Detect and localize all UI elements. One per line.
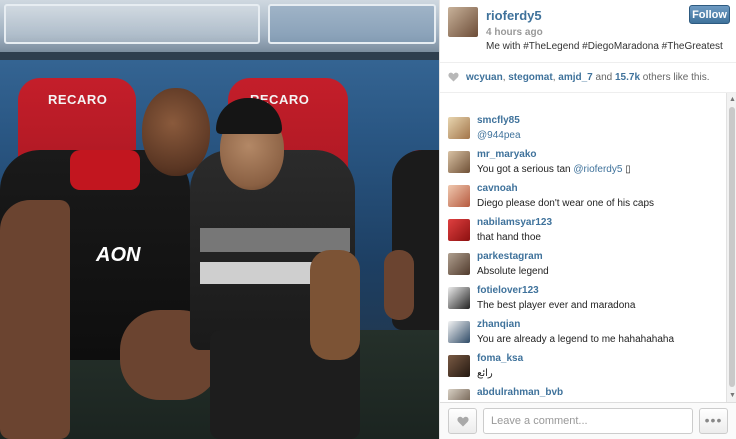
heart-icon	[448, 72, 459, 82]
scroll-thumb[interactable]	[729, 107, 735, 387]
comment-item: foma_ksa رائع	[448, 353, 725, 387]
bystander-arm	[384, 250, 414, 320]
commenter-avatar[interactable]	[448, 389, 470, 400]
comment-text: Absolute legend	[477, 266, 549, 277]
commenter-avatar[interactable]	[448, 355, 470, 377]
commenter-avatar[interactable]	[448, 219, 470, 241]
comment-text: You got a serious tan @rioferdy5 ▯	[477, 164, 631, 175]
commenter-avatar[interactable]	[448, 117, 470, 139]
comment-text: The best player ever and maradona	[477, 300, 636, 311]
canopy-panel	[268, 4, 436, 44]
comment-item: zhanqian You are already a legend to me …	[448, 319, 725, 353]
canopy-bar	[0, 52, 439, 60]
heart-icon	[457, 416, 469, 427]
liker-username[interactable]: amjd_7	[558, 72, 592, 83]
commenter-avatar[interactable]	[448, 253, 470, 275]
post-photo[interactable]: RECARO RECARO AON	[0, 0, 439, 439]
comment-item: abdulrahman_bvb	[448, 387, 725, 400]
scroll-up-arrow-icon[interactable]: ▲	[729, 96, 736, 103]
comment-text: You are already a legend to me hahahahah…	[477, 334, 675, 345]
post-caption: Me with #TheLegend #DiegoMaradona #TheGr…	[486, 41, 723, 52]
canopy-panel	[4, 4, 260, 44]
comment-item: smcfly85 @944pea	[448, 115, 725, 149]
post-time: 4 hours ago	[486, 27, 543, 38]
commenter-username[interactable]: nabilamsyar123	[477, 217, 552, 228]
liker-username[interactable]: stegomat	[508, 72, 552, 83]
comments-scrollbar[interactable]: ▲ ▼	[726, 93, 736, 402]
shirt-sponsor: AON	[96, 244, 141, 266]
comment-input[interactable]	[483, 408, 693, 434]
comment-mention[interactable]: @944pea	[477, 130, 521, 141]
commenter-username[interactable]: foma_ksa	[477, 353, 523, 364]
likes-suffix: others like this.	[640, 72, 710, 83]
comment-item: mr_maryako You got a serious tan @riofer…	[448, 149, 725, 183]
commenter-username[interactable]: smcfly85	[477, 115, 520, 126]
maradona-arm	[310, 250, 360, 360]
commenter-username[interactable]: mr_maryako	[477, 149, 536, 160]
dugout-canopy	[0, 0, 439, 58]
comment-text: Diego please don't wear one of his caps	[477, 198, 655, 209]
seat-brand-left: RECARO	[48, 92, 108, 107]
likes-text: wcyuan, stegomat, amjd_7 and 15.7k other…	[466, 72, 710, 83]
commenter-username[interactable]: fotielover123	[477, 285, 539, 296]
commenter-avatar[interactable]	[448, 151, 470, 173]
comments-list: smcfly85 @944pea mr_maryako You got a se…	[440, 108, 725, 400]
follow-button[interactable]: Follow	[689, 5, 730, 24]
comment-text: @944pea	[477, 130, 521, 141]
conjunction: and	[592, 72, 615, 83]
comment-item: fotielover123 The best player ever and m…	[448, 285, 725, 319]
commenter-username[interactable]: parkestagram	[477, 251, 543, 262]
commenter-avatar[interactable]	[448, 185, 470, 207]
shirt-collar	[70, 150, 140, 190]
commenter-username[interactable]: cavnoah	[477, 183, 518, 194]
commenter-avatar[interactable]	[448, 321, 470, 343]
like-button[interactable]	[448, 408, 477, 434]
comment-text: رائع	[477, 368, 493, 379]
more-options-button[interactable]: •••	[699, 408, 728, 434]
owner-avatar[interactable]	[448, 7, 478, 37]
post-header: rioferdy5 4 hours ago Me with #TheLegend…	[440, 0, 736, 63]
comment-mention[interactable]: @rioferdy5	[573, 164, 622, 175]
comment-text: that hand thoe	[477, 232, 541, 243]
commenter-avatar[interactable]	[448, 287, 470, 309]
others-count[interactable]: 15.7k	[615, 72, 640, 83]
comment-item: cavnoah Diego please don't wear one of h…	[448, 183, 725, 217]
likes-bar: wcyuan, stegomat, amjd_7 and 15.7k other…	[440, 63, 736, 93]
comment-body: You got a serious tan	[477, 164, 574, 175]
commenter-username[interactable]: zhanqian	[477, 319, 520, 330]
comment-suffix: ▯	[622, 164, 631, 175]
scroll-down-arrow-icon[interactable]: ▼	[729, 392, 736, 399]
post-sidebar: rioferdy5 4 hours ago Me with #TheLegend…	[439, 0, 736, 439]
player-arm	[0, 200, 70, 439]
comment-item: parkestagram Absolute legend	[448, 251, 725, 285]
comment-footer: •••	[440, 402, 736, 439]
owner-username[interactable]: rioferdy5	[486, 8, 542, 23]
comment-item: nabilamsyar123 that hand thoe	[448, 217, 725, 251]
liker-username[interactable]: wcyuan	[466, 72, 503, 83]
commenter-username[interactable]: abdulrahman_bvb	[477, 387, 563, 398]
more-options-icon: •••	[704, 412, 723, 428]
shirt-stripe	[200, 228, 350, 252]
